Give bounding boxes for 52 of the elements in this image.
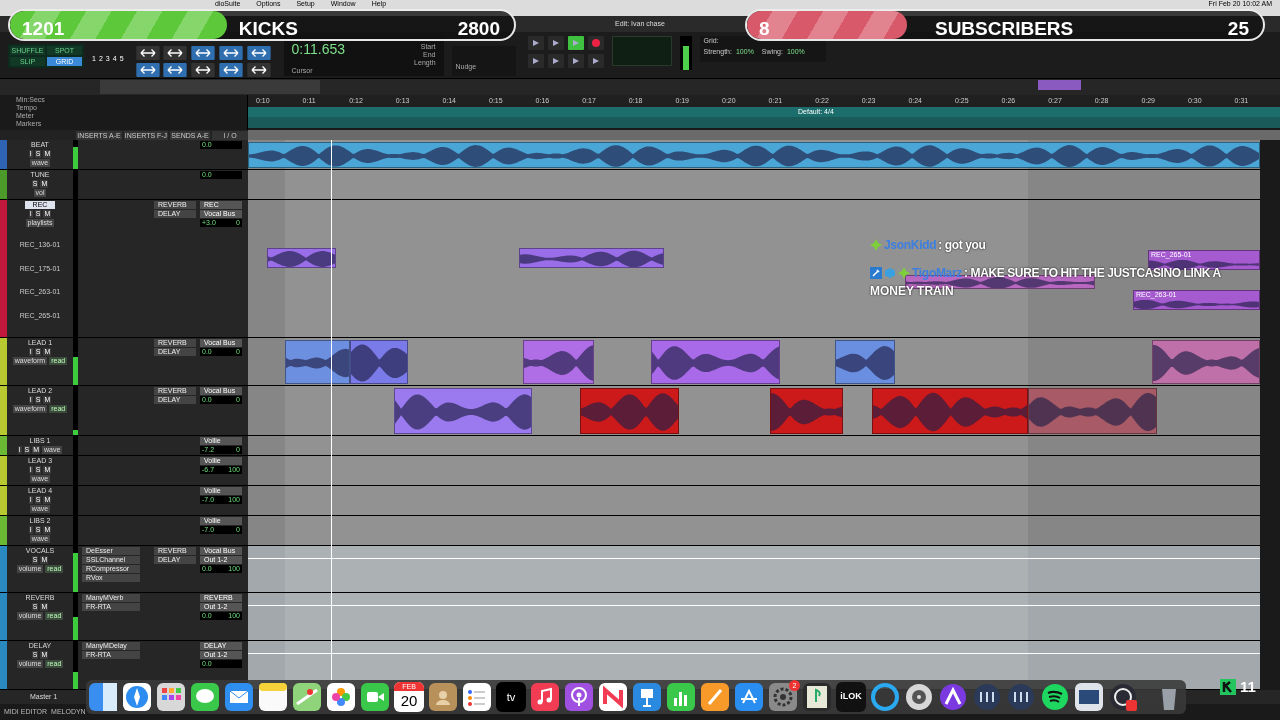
goal-target: 25 — [1227, 17, 1249, 39]
split-square-icon[interactable] — [88, 682, 118, 712]
pen-icon[interactable] — [700, 682, 730, 712]
play-icon[interactable] — [567, 36, 584, 50]
person-card-icon[interactable] — [428, 682, 458, 712]
scrollbar-track[interactable] — [1260, 140, 1280, 690]
app-tile-label: iLOK — [840, 690, 862, 704]
app-tile[interactable]: iLOK — [836, 682, 866, 712]
ring-icon[interactable] — [870, 682, 900, 712]
disc-icon[interactable] — [904, 682, 934, 712]
sliders-icon[interactable] — [1006, 682, 1036, 712]
triangle-logo-icon[interactable] — [938, 682, 968, 712]
bar-chart-icon[interactable] — [666, 682, 696, 712]
sparkle-icon — [870, 239, 882, 251]
music-note-icon[interactable] — [530, 682, 560, 712]
notepad-icon[interactable] — [258, 682, 288, 712]
flower-icon[interactable] — [326, 682, 356, 712]
news-icon[interactable] — [598, 682, 628, 712]
podium-icon[interactable] — [632, 682, 662, 712]
goal-target: 2800 — [457, 17, 500, 39]
output-meter — [679, 36, 692, 70]
chat-message: : got you — [938, 237, 986, 254]
grid-icon[interactable] — [156, 682, 186, 712]
goal-current: 8 — [759, 17, 770, 39]
video-camera-icon[interactable] — [360, 682, 390, 712]
chat-username: JsonKidd — [884, 237, 937, 254]
map-icon[interactable] — [292, 682, 322, 712]
podcast-icon[interactable] — [564, 682, 594, 712]
compass-icon[interactable] — [122, 682, 152, 712]
goal-current: 1201 — [22, 17, 65, 39]
screen-icon[interactable] — [1074, 682, 1104, 712]
goal-label: SUBSCRIBERS — [934, 17, 1074, 39]
app-tile-label: tv — [506, 689, 516, 705]
sparkle-icon — [898, 267, 910, 279]
goal-label: KICKS — [238, 17, 298, 39]
count-off-display — [611, 36, 672, 66]
calendar-day: 20 — [400, 691, 418, 710]
cube-icon — [884, 267, 896, 279]
wrench-icon — [870, 267, 882, 279]
k-logo-icon — [1220, 679, 1236, 696]
app-store-icon[interactable] — [734, 682, 764, 712]
overview-clip — [1038, 80, 1081, 90]
treble-clef-icon[interactable] — [802, 682, 832, 712]
sliders-icon[interactable] — [972, 682, 1002, 712]
gear-icon[interactable] — [768, 682, 798, 712]
speech-bubble-icon[interactable] — [190, 682, 220, 712]
envelope-icon[interactable] — [224, 682, 254, 712]
record-camera-icon[interactable] — [1108, 682, 1138, 712]
record-icon[interactable] — [587, 36, 604, 50]
app-tile[interactable]: tv — [496, 682, 526, 712]
main-counter: 0:11.653 — [291, 40, 345, 59]
list-icon[interactable] — [462, 682, 492, 712]
